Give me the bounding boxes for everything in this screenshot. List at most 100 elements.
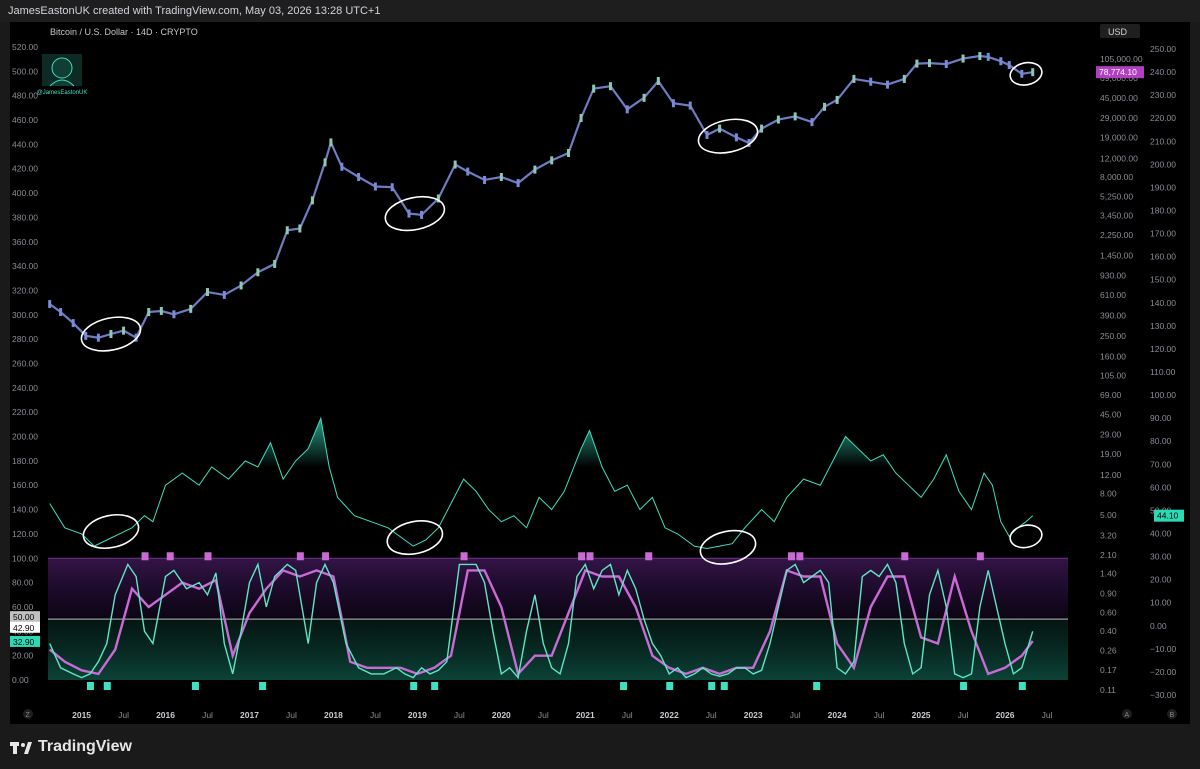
price-axis-tick: 8.00 (1100, 489, 1117, 499)
price-candle (466, 167, 470, 176)
price-candle (533, 165, 537, 174)
price-candle (390, 183, 394, 192)
right-axis-tick: 100.00 (1150, 390, 1176, 400)
right-axis-tick: 110.00 (1150, 367, 1176, 377)
price-candle (718, 124, 722, 133)
x-axis-tick: Jul (286, 710, 297, 720)
price-candle (705, 130, 709, 139)
price-axis-tick: 69.00 (1100, 390, 1122, 400)
oversold-marker (431, 682, 439, 690)
price-candle (592, 84, 596, 93)
x-axis-tick: 2024 (828, 710, 847, 720)
left-axis-tick: 400.00 (12, 188, 38, 198)
x-axis-tick: Jul (538, 710, 549, 720)
price-candle (902, 74, 906, 83)
currency-button[interactable]: USD (1100, 24, 1140, 38)
oversold-marker (960, 682, 968, 690)
price-candle (550, 156, 554, 165)
stoch-value-label: 42.90 (10, 621, 40, 633)
price-axis-tick: 0.40 (1100, 626, 1117, 636)
left-axis-tick: 340.00 (12, 261, 38, 271)
right-axis-tick: 240.00 (1150, 67, 1176, 77)
svg-text:Z: Z (26, 712, 31, 719)
right-axis-tick: −30.00 (1150, 690, 1177, 700)
price-candle (273, 259, 277, 268)
oversold-marker (813, 682, 821, 690)
stoch-value-text: 50.00 (13, 612, 35, 622)
left-axis-tick: 260.00 (12, 359, 38, 369)
price-axis-tick: 19.00 (1100, 449, 1122, 459)
tradingview-brand[interactable]: TradingView (10, 738, 132, 756)
oversold-marker (720, 682, 728, 690)
price-axis-tick: 0.17 (1100, 665, 1117, 675)
price-candle (298, 224, 302, 233)
right-axis-tick: 170.00 (1150, 229, 1176, 239)
right-axis-tick: 10.00 (1150, 598, 1172, 608)
oversold-marker (86, 682, 94, 690)
right-axis-tick: 60.00 (1150, 482, 1172, 492)
price-candle (420, 210, 424, 219)
price-candle (1020, 69, 1024, 78)
price-axis-tick: 160.00 (1100, 351, 1126, 361)
price-axis-tick: 390.00 (1100, 310, 1126, 320)
price-axis-tick: 2,250.00 (1100, 230, 1133, 240)
price-candle (239, 281, 243, 290)
oscillator-fill (49, 418, 1033, 559)
price-candle (71, 319, 75, 328)
brand-name: TradingView (38, 738, 132, 755)
price-candle (172, 310, 176, 319)
price-candle (206, 288, 210, 297)
price-candle (109, 330, 113, 339)
chart-svg[interactable]: 520.00 500.00 480.00 460.00 440.00 420.00 400.… (10, 22, 1190, 724)
price-candle (48, 300, 52, 309)
x-axis-tick: 2019 (408, 710, 427, 720)
price-candle (189, 304, 193, 313)
price-axis-tick: 0.90 (1100, 589, 1117, 599)
overbought-marker (322, 552, 330, 561)
price-candle (96, 333, 100, 342)
price-candle (944, 60, 948, 69)
left-axis-tick: 280.00 (12, 334, 38, 344)
price-axis-tick: 610.00 (1100, 290, 1126, 300)
x-axis-tick: Jul (1042, 710, 1053, 720)
right-axis-tick: 90.00 (1150, 413, 1172, 423)
price-candle (310, 196, 314, 205)
right-axis-tick: 160.00 (1150, 252, 1176, 262)
price-axis-tick: 8,000.00 (1100, 172, 1133, 182)
stoch-value-text: 42.90 (13, 623, 35, 633)
credit-text: JamesEastonUK created with TradingView.c… (8, 5, 381, 17)
left-axis-tick: 180.00 (12, 456, 38, 466)
price-axis-tick: 5.00 (1100, 510, 1117, 520)
price-candle (869, 77, 873, 86)
right-axis-tick: 80.00 (1150, 436, 1172, 446)
watermark-handle: @JamesEastonUK (37, 90, 88, 96)
footer-bar: TradingView (0, 728, 1200, 769)
chart-area[interactable]: 520.00 500.00 480.00 460.00 440.00 420.00 400.… (10, 22, 1190, 724)
price-axis-tick: 1.40 (1100, 568, 1117, 578)
x-axis-tick: 2017 (240, 710, 259, 720)
price-axis-tick: 5,250.00 (1100, 191, 1133, 201)
price-candle (323, 158, 327, 167)
price-candle (760, 124, 764, 133)
overbought-marker (166, 552, 174, 561)
oversold-marker (103, 682, 111, 690)
price-axis-tick: 12,000.00 (1100, 153, 1138, 163)
price-candle (835, 95, 839, 104)
price-axis-tick: 0.26 (1100, 646, 1117, 656)
x-axis-tick: Jul (958, 710, 969, 720)
right-axis-tick: 230.00 (1150, 90, 1176, 100)
oversold-marker (410, 682, 418, 690)
x-axis-tick: 2020 (492, 710, 511, 720)
x-axis-tick: Jul (790, 710, 801, 720)
oversold-marker (620, 682, 628, 690)
overbought-marker (460, 552, 468, 561)
left-axis-tick: 60.00 (12, 602, 34, 612)
oscillator-value-label: 44.10 (1154, 509, 1184, 522)
price-candle (357, 172, 361, 181)
x-axis-tick: 2016 (156, 710, 175, 720)
price-candle (499, 172, 503, 181)
right-axis-tick: 140.00 (1150, 298, 1176, 308)
stoch-value-label: 50.00 (10, 611, 40, 623)
x-axis-tick: Jul (202, 710, 213, 720)
price-candle (671, 99, 675, 108)
